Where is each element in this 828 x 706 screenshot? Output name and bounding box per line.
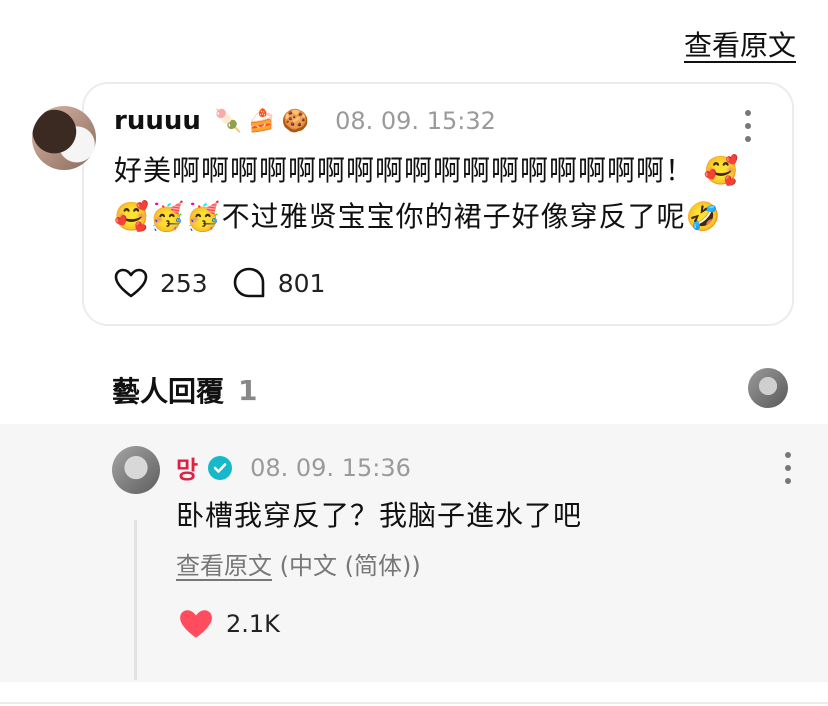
cake-emoji: 🍰 bbox=[248, 108, 276, 134]
translate-row: 查看原文 (中文 (简体)) bbox=[176, 546, 421, 581]
post-header: ruuuu 🍡 🍰 🍪 08. 09. 15:32 bbox=[114, 106, 496, 136]
artist-avatar-small[interactable] bbox=[748, 368, 788, 408]
divider bbox=[0, 702, 828, 704]
post-timestamp: 08. 09. 15:32 bbox=[335, 107, 496, 135]
heart-outline-icon bbox=[114, 268, 148, 298]
comment-button[interactable]: 801 bbox=[232, 266, 326, 300]
reply-header: 망 08. 09. 15:36 bbox=[176, 450, 411, 485]
reply-timestamp: 08. 09. 15:36 bbox=[250, 453, 411, 482]
view-original-reply-link[interactable]: 查看原文 bbox=[176, 552, 272, 580]
thread-line bbox=[134, 520, 137, 680]
comment-count: 801 bbox=[277, 268, 326, 298]
post-text: 好美啊啊啊啊啊啊啊啊啊啊啊啊啊啊啊啊啊！ 🥰🥰🥳🥳不过雅贤宝宝你的裙子好像穿反了… bbox=[114, 154, 740, 233]
heart-filled-icon bbox=[180, 610, 212, 638]
section-title: 藝人回覆 1 bbox=[112, 370, 258, 410]
username-emojis: 🍡 🍰 🍪 bbox=[215, 109, 309, 134]
cookie-emoji: 🍪 bbox=[281, 108, 310, 134]
username[interactable]: ruuuu bbox=[114, 106, 201, 136]
verified-badge-icon bbox=[208, 455, 233, 480]
dango-emoji: 🍡 bbox=[214, 108, 243, 134]
more-vertical-icon[interactable] bbox=[742, 110, 754, 142]
view-original-link[interactable]: 查看原文 bbox=[684, 24, 796, 64]
avatar[interactable] bbox=[32, 106, 96, 170]
reply-like-count: 2.1K bbox=[226, 610, 280, 638]
more-vertical-icon[interactable] bbox=[782, 452, 794, 484]
reply-username[interactable]: 망 bbox=[176, 450, 198, 485]
artist-replies-title: 藝人回覆 bbox=[112, 375, 225, 408]
post-actions: 253 801 bbox=[114, 266, 325, 300]
like-count: 253 bbox=[160, 268, 208, 298]
artist-replies-count: 1 bbox=[238, 373, 258, 407]
reply-like-button[interactable]: 2.1K bbox=[178, 608, 280, 640]
like-button[interactable]: 253 bbox=[114, 268, 208, 298]
reply-text: 卧槽我穿反了？我脑子進水了吧 bbox=[176, 499, 583, 532]
speech-bubble-icon bbox=[233, 267, 265, 298]
artist-avatar[interactable] bbox=[112, 446, 160, 494]
translate-language: (中文 (简体)) bbox=[279, 552, 421, 580]
